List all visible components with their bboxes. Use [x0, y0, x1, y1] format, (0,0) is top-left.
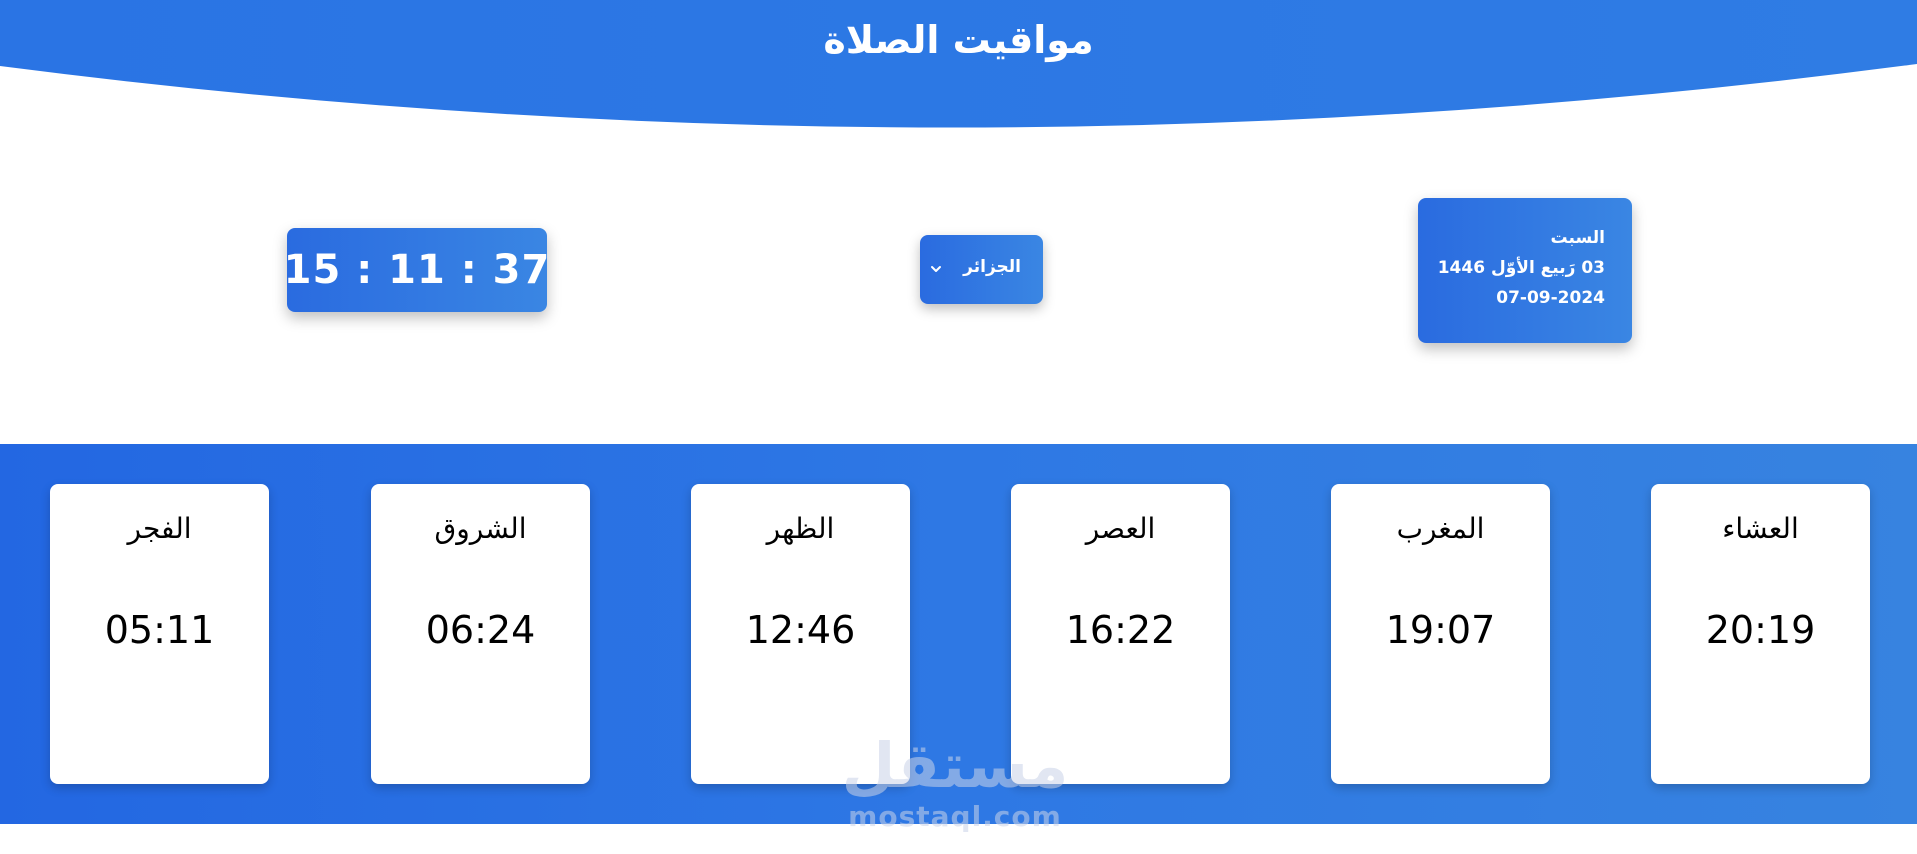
- chevron-down-icon: [931, 266, 941, 272]
- hijri-date: 03 رَبيع الأوّل 1446: [1437, 258, 1605, 278]
- digital-clock: 15 : 11 : 37: [284, 228, 549, 312]
- prayer-card-asr: العصر 16:22: [1011, 484, 1230, 784]
- prayer-name: الشروق: [434, 512, 527, 545]
- prayer-times-page: مواقيت الصلاة 15 : 11 : 37 الجزائر السبت…: [0, 0, 1917, 854]
- prayer-name: المغرب: [1396, 512, 1485, 545]
- prayer-name: الفجر: [127, 512, 192, 545]
- prayer-time: 06:24: [425, 608, 536, 652]
- prayer-card-isha: العشاء 20:19: [1651, 484, 1870, 784]
- prayer-name: الظهر: [766, 512, 835, 545]
- prayer-card-sunrise: الشروق 06:24: [371, 484, 590, 784]
- city-select-value: الجزائر: [963, 257, 1021, 277]
- weekday-label: السبت: [1550, 228, 1605, 248]
- prayer-card-fajr: الفجر 05:11: [50, 484, 269, 784]
- prayer-time: 05:11: [104, 608, 215, 652]
- prayer-times-band: العشاء 20:19 المغرب 19:07 العصر 16:22 ال…: [0, 444, 1917, 824]
- prayer-time: 19:07: [1385, 608, 1496, 652]
- header: مواقيت الصلاة: [0, 0, 1917, 130]
- prayer-card-dhuhr: الظهر 12:46: [691, 484, 910, 784]
- date-card: السبت 03 رَبيع الأوّل 1446 07-09-2024: [1418, 198, 1632, 343]
- city-select[interactable]: الجزائر: [920, 235, 1043, 304]
- prayer-time: 16:22: [1065, 608, 1176, 652]
- prayer-name: العصر: [1085, 512, 1156, 545]
- gregorian-date: 07-09-2024: [1496, 288, 1605, 308]
- prayer-name: العشاء: [1722, 512, 1799, 545]
- prayer-time: 12:46: [745, 608, 856, 652]
- prayer-time: 20:19: [1705, 608, 1816, 652]
- prayer-card-maghrib: المغرب 19:07: [1331, 484, 1550, 784]
- page-title: مواقيت الصلاة: [823, 18, 1094, 62]
